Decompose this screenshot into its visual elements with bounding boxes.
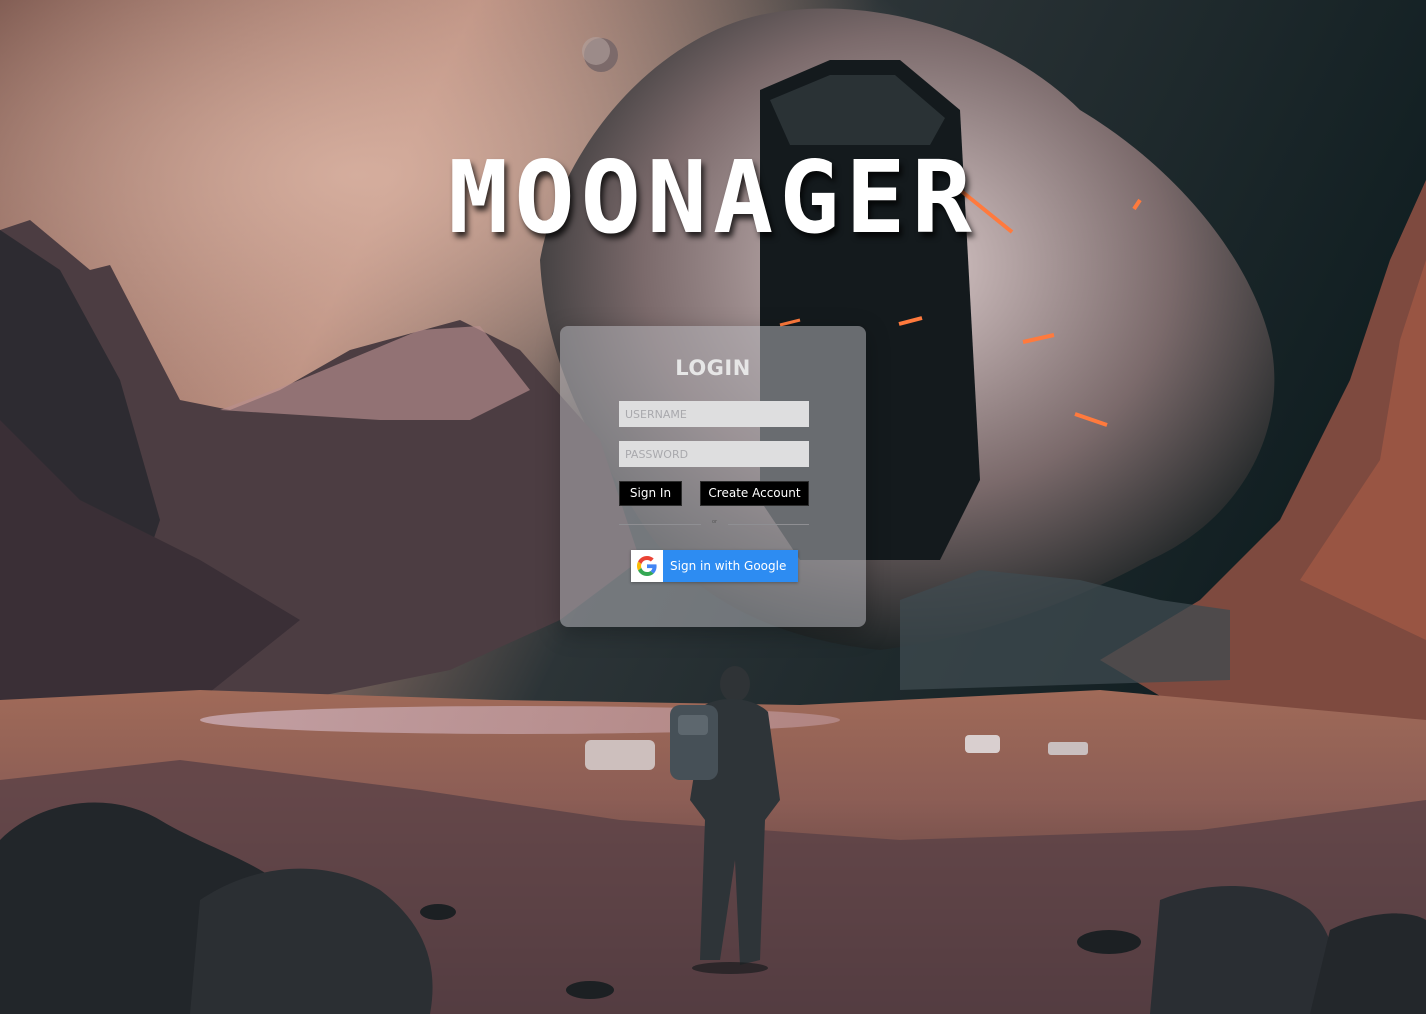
google-g-icon	[631, 550, 663, 582]
username-input[interactable]	[619, 401, 809, 427]
google-sign-in-label: Sign in with Google	[670, 559, 787, 573]
divider-line-right	[728, 524, 809, 525]
sign-in-button[interactable]: Sign In	[619, 481, 682, 506]
app-title: MOONAGER	[448, 139, 978, 256]
password-input[interactable]	[619, 441, 809, 467]
google-sign-in-button[interactable]: Sign in with Google	[631, 550, 798, 582]
login-page: MOONAGER LOGIN Sign In Create Account or…	[0, 0, 1426, 1014]
login-card: LOGIN Sign In Create Account or Sign in …	[560, 326, 866, 627]
create-account-button[interactable]: Create Account	[700, 481, 809, 506]
login-heading: LOGIN	[675, 356, 751, 380]
divider-text: or	[711, 519, 718, 525]
divider-line-left	[619, 524, 701, 525]
